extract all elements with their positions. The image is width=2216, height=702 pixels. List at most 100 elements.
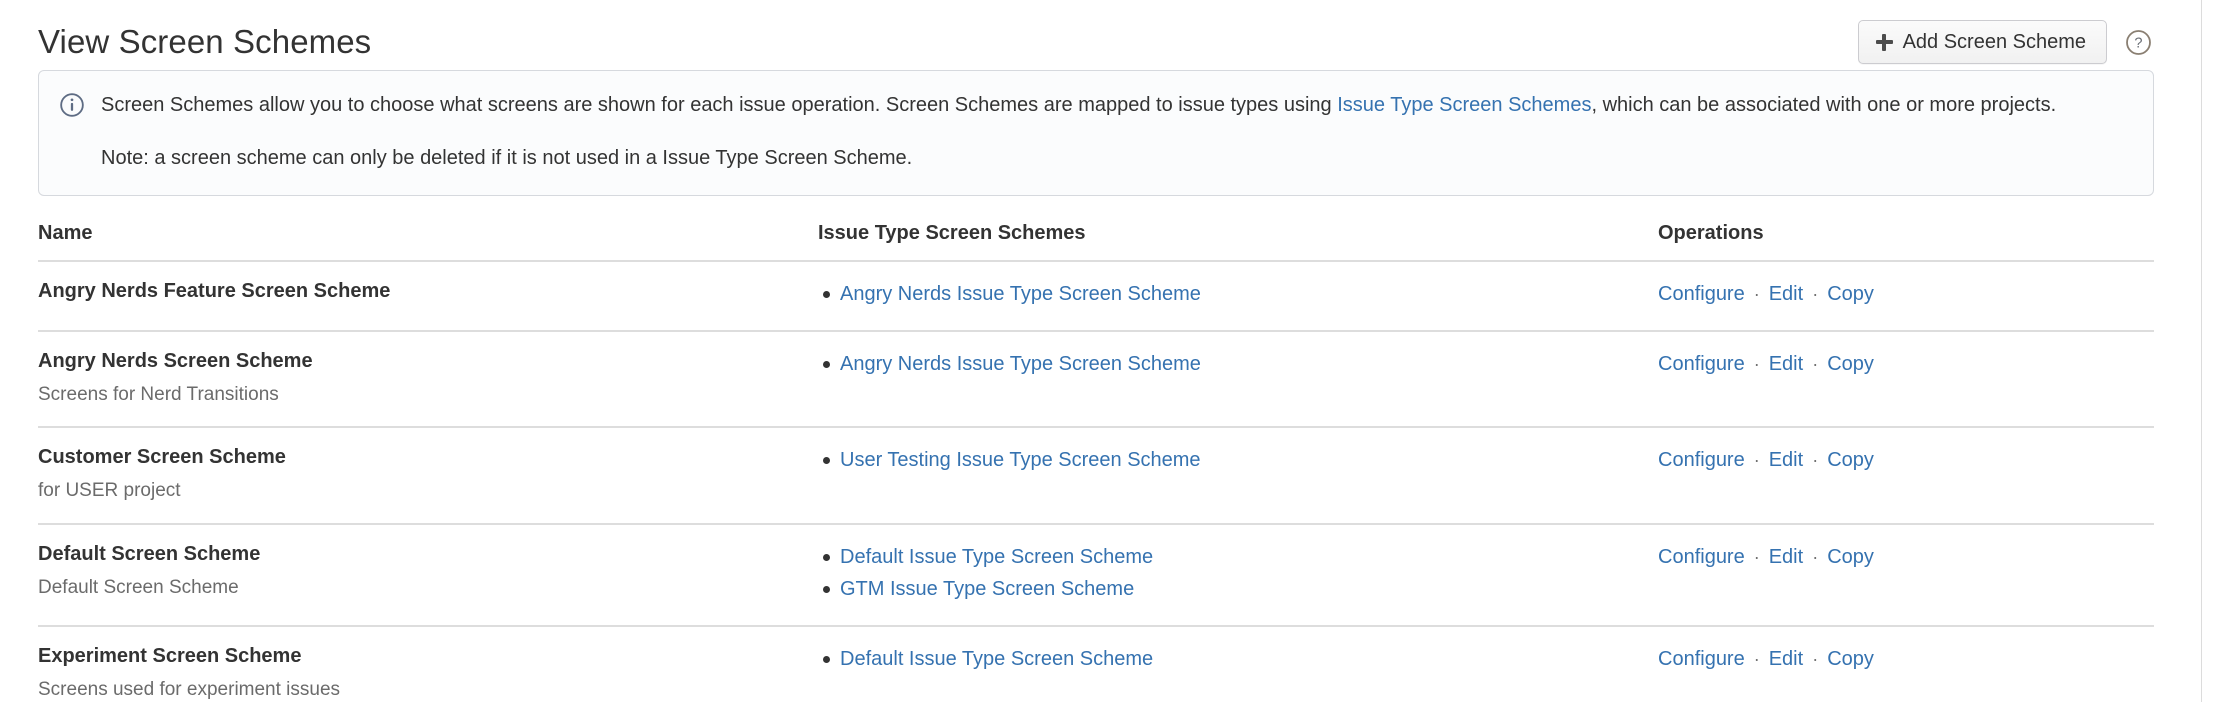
page-right-edge-divider [2201,0,2202,702]
add-screen-scheme-button-label: Add Screen Scheme [1903,32,2086,52]
cell-issue-type-screen-schemes: User Testing Issue Type Screen Scheme [818,427,1658,524]
cell-issue-type-screen-schemes: Default Issue Type Screen Scheme GTM Issu… [818,524,1658,626]
info-circle-icon [59,92,85,118]
operations-separator: · [1745,450,1769,470]
table-header-row: Name Issue Type Screen Schemes Operation… [38,222,2154,261]
column-header-issue-type-screen-schemes: Issue Type Screen Schemes [818,222,1658,261]
operations-separator: · [1745,547,1769,567]
scheme-description: for USER project [38,478,818,504]
list-item: Angry Nerds Issue Type Screen Scheme [840,279,1658,311]
operation-copy-link[interactable]: Copy [1827,648,1874,670]
info-banner: Screen Schemes allow you to choose what … [38,70,2154,196]
issue-type-screen-scheme-list: Angry Nerds Issue Type Screen Scheme [818,279,1658,311]
operation-configure-link[interactable]: Configure [1658,353,1745,375]
operations-links: Configure·Edit·Copy [1658,279,2154,309]
operations-links: Configure·Edit·Copy [1658,542,2154,572]
operations-separator: · [1803,547,1827,567]
table-row: Experiment Screen Scheme Screens used for… [38,626,2154,702]
table-header: Name Issue Type Screen Schemes Operation… [38,222,2154,261]
cell-operations: Configure·Edit·Copy [1658,427,2154,524]
operation-configure-link[interactable]: Configure [1658,648,1745,670]
issue-type-screen-scheme-list: Default Issue Type Screen Scheme [818,644,1658,676]
operation-copy-link[interactable]: Copy [1827,353,1874,375]
add-screen-scheme-button[interactable]: Add Screen Scheme [1858,20,2107,64]
page-content: View Screen Schemes Add Screen Scheme ? [0,0,2202,702]
operations-links: Configure·Edit·Copy [1658,349,2154,379]
scheme-description: Default Screen Scheme [38,575,818,601]
operation-configure-link[interactable]: Configure [1658,283,1745,305]
scheme-description: Screens for Nerd Transitions [38,382,818,408]
issue-type-screen-scheme-link[interactable]: Angry Nerds Issue Type Screen Scheme [840,353,1201,375]
operations-separator: · [1745,354,1769,374]
page-header: View Screen Schemes Add Screen Scheme ? [38,0,2154,58]
cell-issue-type-screen-schemes: Angry Nerds Issue Type Screen Scheme [818,261,1658,331]
info-banner-text-before-link: Screen Schemes allow you to choose what … [101,94,1337,116]
operation-edit-link[interactable]: Edit [1769,283,1803,305]
info-banner-paragraph-1: Screen Schemes allow you to choose what … [101,89,2131,121]
cell-operations: Configure·Edit·Copy [1658,331,2154,428]
table-body: Angry Nerds Feature Screen Scheme Angry N… [38,261,2154,702]
scheme-name: Angry Nerds Screen Scheme [38,349,818,374]
cell-name: Experiment Screen Scheme Screens used for… [38,626,818,702]
page-title: View Screen Schemes [38,24,371,60]
list-item: Default Issue Type Screen Scheme [840,644,1658,676]
info-banner-paragraph-2: Note: a screen scheme can only be delete… [101,142,2131,174]
header-actions: Add Screen Scheme ? [1858,20,2154,64]
scheme-name: Default Screen Scheme [38,542,818,567]
cell-issue-type-screen-schemes: Angry Nerds Issue Type Screen Scheme [818,331,1658,428]
operation-copy-link[interactable]: Copy [1827,546,1874,568]
cell-name: Customer Screen Scheme for USER project [38,427,818,524]
column-header-name: Name [38,222,818,261]
operations-separator: · [1745,649,1769,669]
cell-operations: Configure·Edit·Copy [1658,626,2154,702]
issue-type-screen-scheme-list: Angry Nerds Issue Type Screen Scheme [818,349,1658,381]
scheme-name: Experiment Screen Scheme [38,644,818,669]
page-root: View Screen Schemes Add Screen Scheme ? [0,0,2216,702]
table-row: Customer Screen Scheme for USER project Us… [38,427,2154,524]
issue-type-screen-scheme-link[interactable]: GTM Issue Type Screen Scheme [840,578,1134,600]
cell-name: Default Screen Scheme Default Screen Sche… [38,524,818,626]
issue-type-screen-scheme-list: User Testing Issue Type Screen Scheme [818,445,1658,477]
operations-separator: · [1803,450,1827,470]
issue-type-screen-schemes-link[interactable]: Issue Type Screen Schemes [1337,94,1591,116]
svg-text:?: ? [2134,35,2142,51]
operation-edit-link[interactable]: Edit [1769,449,1803,471]
scheme-name: Angry Nerds Feature Screen Scheme [38,279,818,304]
issue-type-screen-scheme-link[interactable]: Default Issue Type Screen Scheme [840,546,1153,568]
operations-separator: · [1803,284,1827,304]
issue-type-screen-scheme-link[interactable]: Angry Nerds Issue Type Screen Scheme [840,283,1201,305]
cell-operations: Configure·Edit·Copy [1658,261,2154,331]
screen-schemes-table: Name Issue Type Screen Schemes Operation… [38,222,2154,702]
list-item: Default Issue Type Screen Scheme [840,542,1658,574]
operations-links: Configure·Edit·Copy [1658,445,2154,475]
issue-type-screen-scheme-link[interactable]: Default Issue Type Screen Scheme [840,648,1153,670]
issue-type-screen-scheme-list: Default Issue Type Screen Scheme GTM Issu… [818,542,1658,606]
cell-operations: Configure·Edit·Copy [1658,524,2154,626]
operation-edit-link[interactable]: Edit [1769,546,1803,568]
operations-separator: · [1803,649,1827,669]
table-row: Angry Nerds Screen Scheme Screens for Ner… [38,331,2154,428]
list-item: User Testing Issue Type Screen Scheme [840,445,1658,477]
scheme-description: Screens used for experiment issues [38,677,818,702]
scheme-name: Customer Screen Scheme [38,445,818,470]
cell-name: Angry Nerds Screen Scheme Screens for Ner… [38,331,818,428]
column-header-operations: Operations [1658,222,2154,261]
operation-configure-link[interactable]: Configure [1658,546,1745,568]
operation-edit-link[interactable]: Edit [1769,353,1803,375]
operation-edit-link[interactable]: Edit [1769,648,1803,670]
operation-copy-link[interactable]: Copy [1827,283,1874,305]
plus-icon [1876,34,1893,51]
operations-separator: · [1803,354,1827,374]
operations-separator: · [1745,284,1769,304]
info-banner-body: Screen Schemes allow you to choose what … [101,89,2131,175]
cell-issue-type-screen-schemes: Default Issue Type Screen Scheme [818,626,1658,702]
info-banner-text-after-link: , which can be associated with one or mo… [1591,94,2056,116]
issue-type-screen-scheme-link[interactable]: User Testing Issue Type Screen Scheme [840,449,1201,471]
operation-configure-link[interactable]: Configure [1658,449,1745,471]
list-item: Angry Nerds Issue Type Screen Scheme [840,349,1658,381]
table-row: Default Screen Scheme Default Screen Sche… [38,524,2154,626]
list-item: GTM Issue Type Screen Scheme [840,574,1658,606]
operations-links: Configure·Edit·Copy [1658,644,2154,674]
operation-copy-link[interactable]: Copy [1827,449,1874,471]
help-circle-icon[interactable]: ? [2125,29,2152,56]
